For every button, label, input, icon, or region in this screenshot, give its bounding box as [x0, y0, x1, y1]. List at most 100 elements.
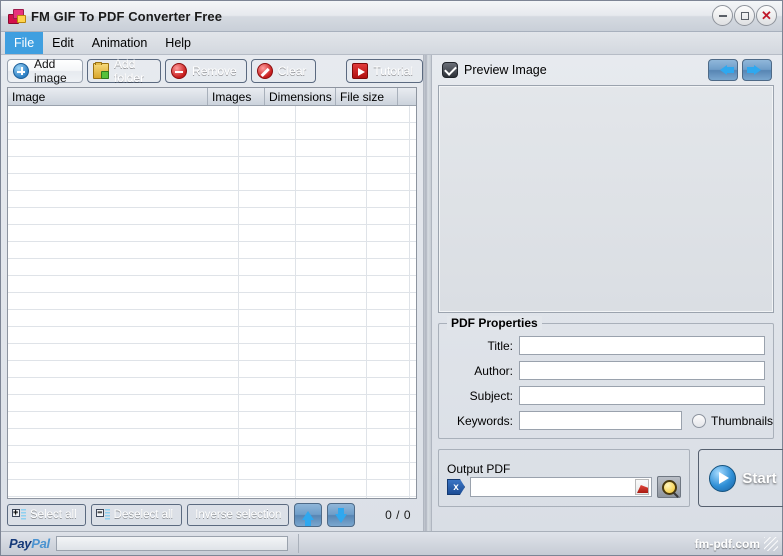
check-icon	[443, 62, 457, 76]
subject-input[interactable]	[519, 386, 765, 405]
title-input[interactable]	[519, 336, 765, 355]
previous-image-button[interactable]	[708, 59, 738, 81]
tutorial-label: Tutorial	[373, 64, 413, 78]
add-image-button[interactable]: Add image	[7, 57, 84, 85]
resize-grip-icon[interactable]	[764, 536, 778, 551]
output-path-input[interactable]	[470, 477, 652, 497]
minimize-button[interactable]	[712, 5, 733, 26]
menu-item-file[interactable]: File	[5, 32, 44, 54]
preview-image-area[interactable]	[438, 85, 774, 313]
website-label[interactable]: fm-pdf.com	[695, 537, 764, 551]
keywords-label: Keywords:	[456, 413, 513, 428]
select-all-button[interactable]: Select all	[7, 504, 86, 526]
column-header-spacer	[398, 88, 416, 105]
arrow-right-icon	[746, 65, 761, 75]
maximize-button[interactable]	[734, 5, 755, 26]
minus-circle-icon	[171, 63, 188, 79]
clear-button[interactable]: Clear	[250, 59, 317, 83]
pdf-file-icon	[635, 479, 649, 495]
main-toolbar: Add image Add folder Remove Clear Tutori…	[1, 55, 423, 87]
application-window: FM GIF To PDF Converter Free ✕ File Edit…	[0, 0, 783, 556]
subject-row: Subject:	[447, 386, 765, 405]
deselect-all-label: Deselect all	[113, 509, 174, 521]
title-row: Title:	[447, 336, 765, 355]
arrow-down-icon	[335, 507, 348, 523]
image-list[interactable]: Image Images Dimensions File size	[7, 87, 417, 499]
thumbnails-checkbox[interactable]	[692, 413, 706, 428]
inverse-selection-label: Inverse selection	[195, 509, 282, 521]
window-controls: ✕	[712, 5, 777, 26]
output-pdf-group: Output PDF x	[438, 449, 690, 507]
select-all-icon	[12, 506, 26, 522]
preview-image-checkbox[interactable]	[442, 62, 458, 78]
preview-navigation	[708, 59, 774, 81]
status-bar: PayPal fm-pdf.com	[1, 531, 782, 555]
image-list-body[interactable]	[8, 106, 416, 498]
keywords-row: Keywords: Thumbnails	[447, 411, 773, 430]
paypal-pal-text: Pal	[31, 536, 50, 551]
move-up-button[interactable]	[294, 503, 323, 527]
preview-image-label: Preview Image	[464, 63, 547, 77]
author-input[interactable]	[519, 361, 765, 380]
keywords-input[interactable]	[519, 411, 682, 430]
paypal-logo[interactable]: PayPal	[5, 536, 56, 551]
minimize-icon	[718, 14, 727, 17]
selection-count: 0 / 0	[385, 508, 411, 522]
application-icon	[7, 7, 26, 25]
thumbnails-option[interactable]: Thumbnails	[692, 413, 774, 428]
clear-label: Clear	[277, 64, 307, 78]
menu-item-help[interactable]: Help	[156, 32, 200, 54]
thumbnails-label: Thumbnails	[711, 413, 774, 428]
column-header-image[interactable]: Image	[8, 88, 208, 105]
output-path-wrap	[470, 477, 652, 497]
tutorial-button[interactable]: Tutorial	[346, 59, 423, 83]
progress-bar	[55, 536, 288, 551]
selection-toolbar: Select all Deselect all Inverse selectio…	[1, 499, 423, 531]
menu-bar: File Edit Animation Help	[1, 32, 782, 55]
author-label: Author:	[474, 363, 513, 378]
title-bar: FM GIF To PDF Converter Free ✕	[1, 1, 782, 32]
status-separator	[297, 534, 299, 553]
add-image-label: Add image	[34, 57, 67, 85]
folder-add-icon	[93, 62, 110, 79]
no-entry-icon	[256, 63, 273, 79]
add-folder-button[interactable]: Add folder	[87, 57, 162, 85]
output-path-row: x	[447, 476, 681, 498]
maximize-icon	[740, 11, 749, 20]
main-content: Add image Add folder Remove Clear Tutori…	[1, 55, 783, 531]
column-header-images[interactable]: Images	[208, 88, 265, 105]
pdf-properties-legend: PDF Properties	[447, 316, 542, 330]
play-icon	[709, 464, 737, 492]
column-header-filesize[interactable]: File size	[336, 88, 398, 105]
remove-label: Remove	[192, 64, 237, 78]
pane-splitter[interactable]	[423, 55, 432, 531]
window-title: FM GIF To PDF Converter Free	[31, 8, 223, 24]
image-list-header: Image Images Dimensions File size	[8, 88, 416, 106]
select-all-label: Select all	[30, 509, 77, 521]
subject-label: Subject:	[469, 388, 513, 403]
arrow-left-icon	[719, 65, 734, 75]
start-button[interactable]: Start	[698, 449, 783, 507]
next-image-button[interactable]	[742, 59, 772, 81]
inverse-selection-button[interactable]: Inverse selection	[187, 504, 290, 526]
remove-button[interactable]: Remove	[165, 59, 247, 83]
close-button[interactable]: ✕	[756, 5, 777, 26]
clear-path-icon[interactable]: x	[447, 479, 465, 495]
right-panel: Preview Image PDF Properties Title: Auth…	[432, 55, 783, 531]
deselect-all-button[interactable]: Deselect all	[90, 504, 183, 526]
browse-magnifier-icon	[661, 479, 677, 495]
paypal-pay-text: Pay	[9, 536, 32, 551]
menu-item-animation[interactable]: Animation	[83, 32, 157, 54]
start-label: Start	[742, 469, 777, 487]
move-down-button[interactable]	[327, 503, 356, 527]
menu-item-edit[interactable]: Edit	[43, 32, 83, 54]
play-video-icon	[352, 63, 369, 79]
add-folder-label: Add folder	[114, 57, 145, 85]
output-pdf-legend: Output PDF	[447, 462, 511, 476]
pdf-properties-group: PDF Properties Title: Author: Subject: K…	[438, 316, 774, 439]
title-label: Title:	[487, 338, 513, 353]
column-header-dimensions[interactable]: Dimensions	[265, 88, 336, 105]
arrow-up-icon	[302, 510, 315, 526]
browse-button[interactable]	[657, 476, 681, 498]
output-area: Output PDF x Start	[438, 449, 783, 507]
